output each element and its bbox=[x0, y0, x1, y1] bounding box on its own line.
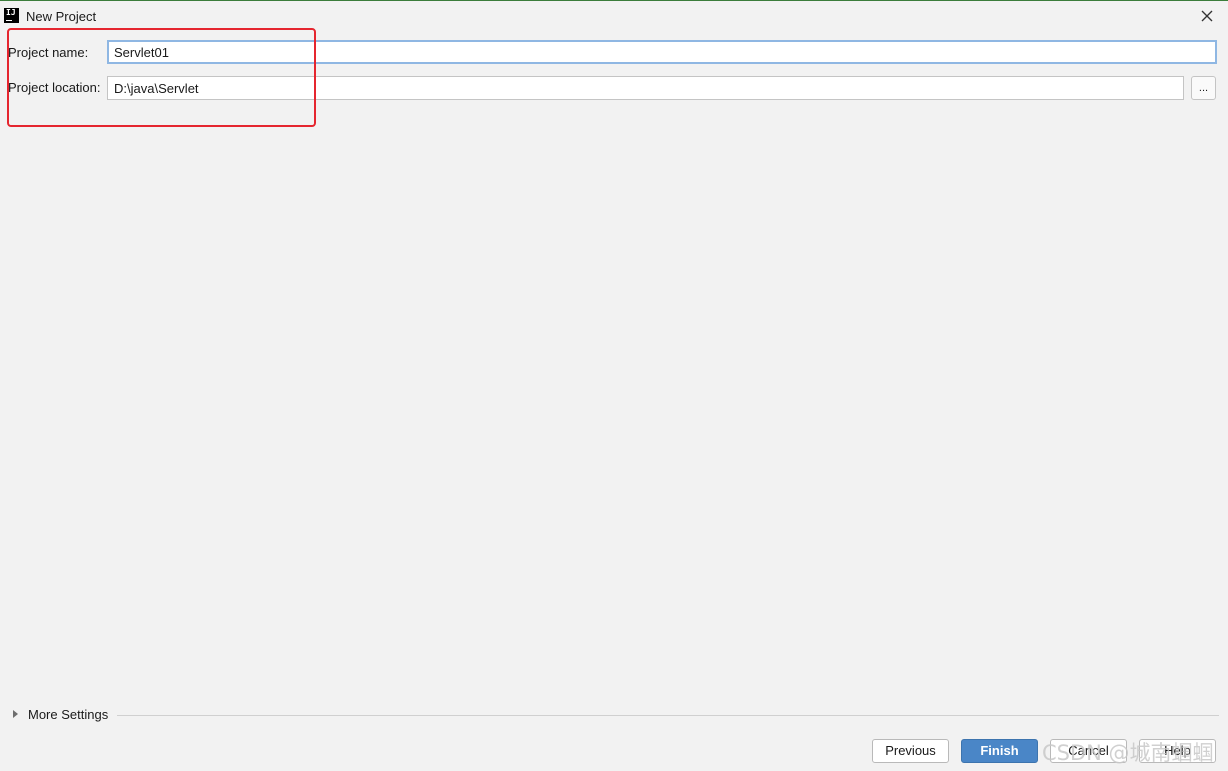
more-settings-label[interactable]: More Settings bbox=[28, 707, 108, 722]
browse-button[interactable]: ... bbox=[1191, 76, 1216, 100]
help-button[interactable]: Help bbox=[1139, 739, 1216, 763]
finish-button[interactable]: Finish bbox=[961, 739, 1038, 763]
project-name-input[interactable] bbox=[107, 40, 1217, 64]
project-location-label: Project location: bbox=[8, 80, 101, 95]
intellij-idea-icon: IJ bbox=[4, 8, 19, 23]
title-bar: IJ New Project bbox=[0, 1, 1228, 31]
project-location-input[interactable] bbox=[107, 76, 1184, 100]
app-icon-text: IJ bbox=[6, 8, 16, 17]
close-icon[interactable] bbox=[1198, 7, 1216, 25]
triangle-right-icon[interactable] bbox=[13, 710, 18, 718]
new-project-dialog: IJ New Project Project name: Project loc… bbox=[0, 0, 1228, 771]
cancel-button[interactable]: Cancel bbox=[1050, 739, 1127, 763]
previous-button[interactable]: Previous bbox=[872, 739, 949, 763]
more-settings-separator bbox=[117, 715, 1219, 716]
app-icon-bar bbox=[6, 20, 12, 21]
project-name-label: Project name: bbox=[8, 45, 89, 60]
window-title: New Project bbox=[26, 9, 97, 24]
